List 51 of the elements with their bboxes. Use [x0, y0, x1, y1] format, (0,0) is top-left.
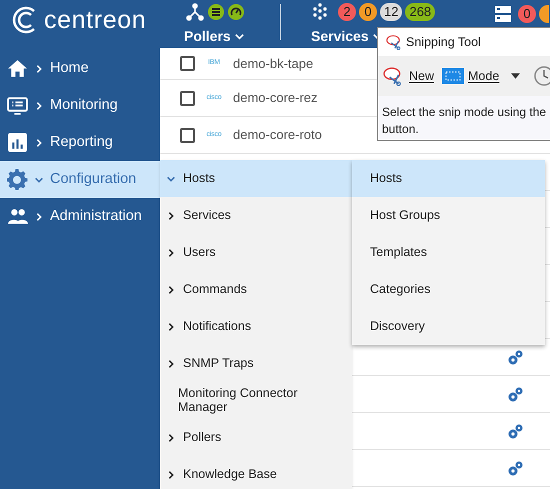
menu-item[interactable]: Host Groups [352, 197, 545, 234]
sidebar-item[interactable]: Administration [0, 198, 160, 235]
dropdown-caret-icon[interactable] [511, 73, 520, 79]
logo-text: centreon [44, 8, 146, 32]
home-icon [7, 58, 28, 79]
host-name[interactable]: demo-core-rez [233, 88, 318, 108]
status-count-badge[interactable]: 268 [405, 3, 436, 21]
menu-item[interactable]: Hosts [352, 160, 545, 197]
sidebar-item[interactable]: Home [0, 50, 160, 87]
clock-icon[interactable] [534, 66, 550, 86]
network-icon[interactable] [186, 3, 204, 21]
menu-item[interactable]: Users [160, 234, 352, 271]
status-count-badge[interactable]: 12 [380, 3, 402, 21]
menu-item[interactable]: Categories [352, 271, 545, 308]
host-name[interactable]: demo-core-roto [233, 125, 322, 145]
gauge-icon[interactable] [228, 4, 244, 20]
host-name[interactable]: demo-bk-tape [233, 54, 314, 74]
monitor-icon [7, 95, 28, 116]
chevron-down-icon[interactable] [234, 31, 245, 42]
services-icon[interactable] [311, 3, 329, 21]
menu-item[interactable]: Knowledge Base [160, 456, 352, 489]
menu-item[interactable]: Discovery [352, 308, 545, 345]
menu-item[interactable]: Monitoring Connector Manager [160, 382, 352, 419]
sidebar-item[interactable]: Monitoring [0, 87, 160, 124]
status-count-badge[interactable]: 2 [338, 3, 356, 21]
checkbox[interactable] [180, 56, 195, 71]
sidebar-item[interactable]: Reporting [0, 124, 160, 161]
status-count-badge[interactable]: 0 [518, 5, 536, 23]
menu-item[interactable]: Notifications [160, 308, 352, 345]
checkbox[interactable] [180, 128, 195, 142]
hosts-icon[interactable] [494, 5, 512, 23]
scissors-icon [386, 34, 402, 50]
mode-button[interactable]: Mode [442, 66, 500, 86]
server-status-icon[interactable] [208, 4, 224, 20]
menu-item[interactable]: Templates [352, 234, 545, 271]
users-icon [7, 206, 28, 227]
status-count-badge[interactable]: 0 [359, 3, 377, 21]
new-snip-button[interactable]: New [381, 66, 434, 86]
instruction-text: Select the snip mode using the button. [382, 104, 548, 138]
chart-icon [7, 132, 28, 153]
sidebar-item[interactable]: Configuration [0, 161, 160, 198]
menu-item[interactable]: Services [160, 197, 352, 234]
menu-item[interactable]: Hosts [160, 160, 352, 197]
status-count-badge[interactable] [539, 5, 549, 23]
selection-rectangle-icon[interactable] [442, 68, 464, 84]
menu-item[interactable]: Pollers [160, 419, 352, 456]
pollers-menu-button[interactable]: Pollers [184, 26, 245, 47]
menu-item[interactable]: SNMP Traps [160, 345, 352, 382]
window-title: Snipping Tool [406, 34, 481, 51]
menu-item[interactable]: Commands [160, 271, 352, 308]
checkbox[interactable] [180, 90, 195, 106]
